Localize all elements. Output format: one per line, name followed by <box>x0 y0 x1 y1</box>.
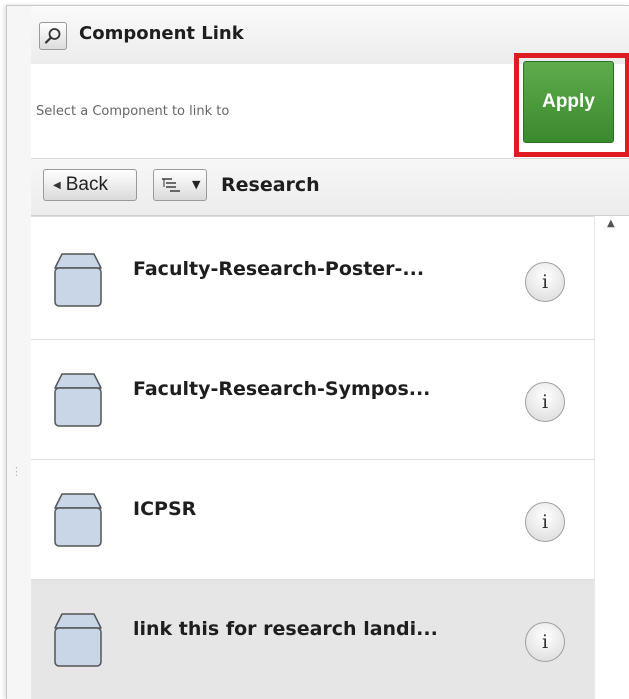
list-item-label: Faculty-Research-Poster-... <box>133 258 425 280</box>
component-box-icon <box>54 493 102 547</box>
component-link-panel: ⋮ Component Link Select a Component to l… <box>6 5 629 699</box>
list-item[interactable]: Faculty-Research-Sympos... i <box>31 340 594 460</box>
info-button[interactable]: i <box>525 262 565 302</box>
caret-left-icon: ◀ <box>53 179 61 191</box>
select-row: Select a Component to link to Apply <box>31 53 629 158</box>
info-button[interactable]: i <box>525 622 565 662</box>
apply-button[interactable]: Apply <box>523 61 614 143</box>
breadcrumb: Research <box>221 174 320 196</box>
left-gutter: ⋮ <box>7 6 32 699</box>
component-box-icon <box>54 253 102 307</box>
scrollbar[interactable]: ▲ <box>594 216 629 699</box>
search-icon <box>44 28 61 44</box>
list-item-label: link this for research landi... <box>133 618 438 640</box>
component-list: Faculty-Research-Poster-... i Faculty-Re… <box>31 216 594 699</box>
component-box-icon <box>54 613 102 667</box>
resize-grip-icon[interactable]: ⋮ <box>11 466 22 490</box>
tree-view-icon <box>162 178 180 192</box>
list-item[interactable]: Faculty-Research-Poster-... i <box>31 220 594 340</box>
chevron-down-icon: ▼ <box>192 178 201 191</box>
scroll-up-icon[interactable]: ▲ <box>607 218 615 229</box>
list-divider <box>31 216 594 217</box>
component-box-icon <box>54 373 102 427</box>
select-instruction: Select a Component to link to <box>36 104 230 119</box>
back-label: Back <box>65 174 108 195</box>
navigation-bar: ◀ Back ▼ Research <box>31 158 629 216</box>
info-button[interactable]: i <box>525 502 565 542</box>
list-item-label: ICPSR <box>133 498 197 520</box>
tree-view-button[interactable]: ▼ <box>153 169 207 201</box>
info-button[interactable]: i <box>525 382 565 422</box>
back-button[interactable]: ◀ Back <box>43 169 137 201</box>
search-button[interactable] <box>39 22 67 50</box>
panel-title: Component Link <box>79 23 244 44</box>
list-item-label: Faculty-Research-Sympos... <box>133 378 431 400</box>
list-item[interactable]: ICPSR i <box>31 460 594 580</box>
list-item-selected[interactable]: link this for research landi... i <box>31 580 594 699</box>
